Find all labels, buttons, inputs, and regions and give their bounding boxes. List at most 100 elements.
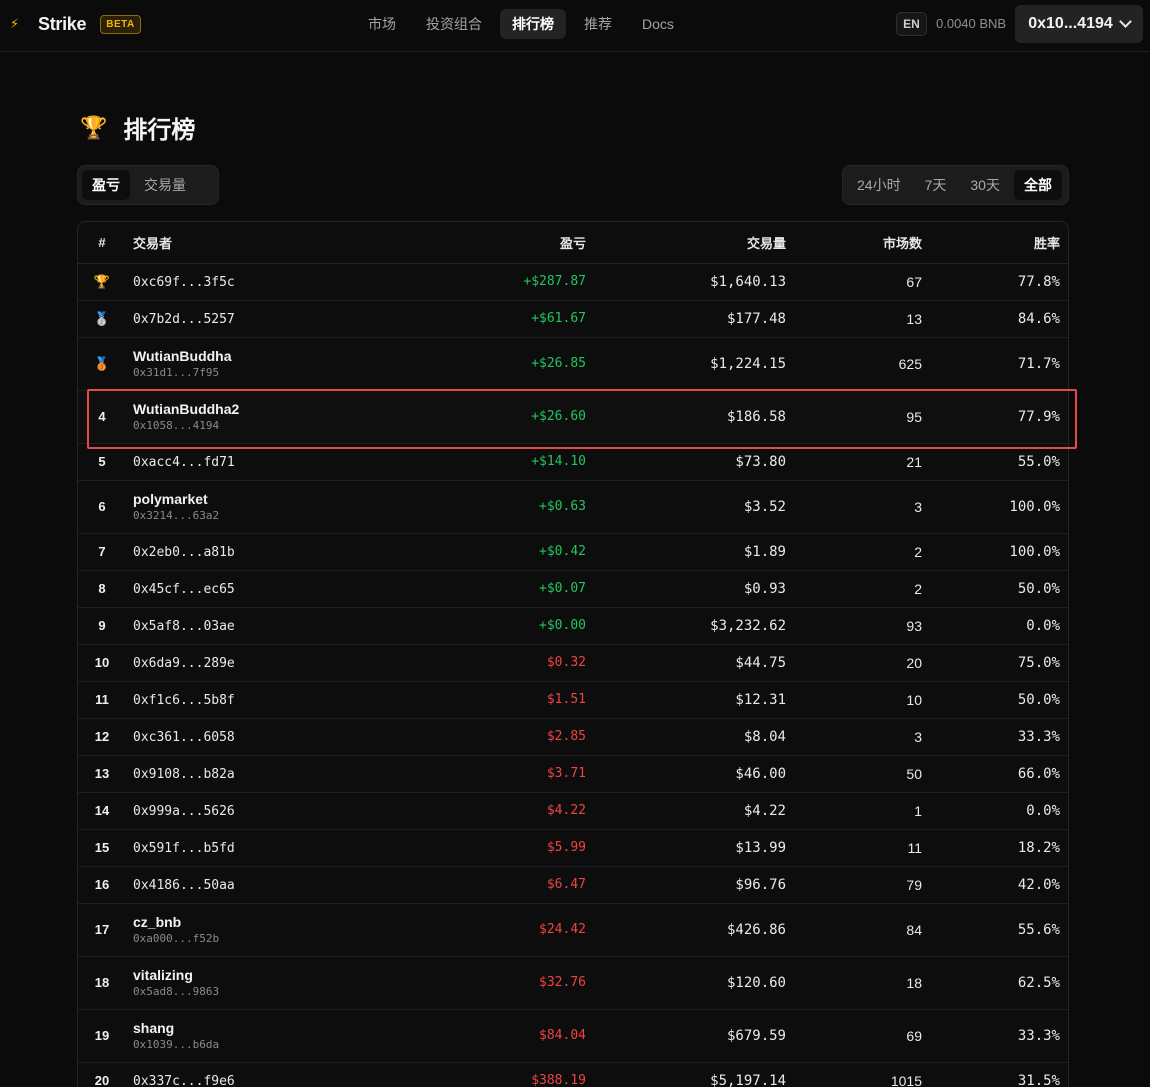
trader-cell[interactable]: polymarket 0x3214...63a2 (126, 480, 381, 534)
trader-address[interactable]: 0x7b2d...5257 (133, 312, 235, 327)
table-row[interactable]: 6 polymarket 0x3214...63a2 +$0.63 $3.52 3 100.… (78, 480, 1068, 534)
trader-address[interactable]: 0x2eb0...a81b (133, 545, 235, 560)
tab-all[interactable]: 全部 (1013, 170, 1062, 200)
trader-name[interactable]: cz_bnb (133, 914, 381, 931)
trader-address[interactable]: 0xacc4...fd71 (133, 455, 235, 470)
trader-cell[interactable]: 0x2eb0...a81b (126, 533, 381, 571)
winrate-cell: 100.0% (922, 533, 1068, 571)
trader-cell[interactable]: 0x5af8...03ae (126, 607, 381, 645)
rank-number: 13 (94, 766, 110, 781)
trader-name[interactable]: vitalizing (133, 967, 381, 984)
wallet-balance: 0.0040 BNB (936, 16, 1007, 31)
table-row[interactable]: 🥉 WutianBuddha 0x31d1...7f95 +$26.85 $1,224.… (78, 337, 1068, 391)
table-row[interactable]: 5 0xacc4...fd71 +$14.10 $73.80 21 55.0% (78, 443, 1068, 481)
column-header-markets[interactable]: 市场数 (786, 222, 922, 264)
trader-name[interactable]: polymarket (133, 491, 381, 508)
trader-address[interactable]: 0x591f...b5fd (133, 841, 235, 856)
nav-item-referral[interactable]: 推荐 (572, 9, 624, 39)
trader-name[interactable]: WutianBuddha2 (133, 401, 381, 418)
trader-cell[interactable]: 0x591f...b5fd (126, 829, 381, 867)
table-row[interactable]: 16 0x4186...50aa $6.47 $96.76 79 42.0% (78, 866, 1068, 904)
wallet-button[interactable]: 0x10...4194 (1015, 5, 1143, 43)
trader-address[interactable]: 0xc361...6058 (133, 730, 235, 745)
trader-cell[interactable]: 0xacc4...fd71 (126, 443, 381, 481)
table-row[interactable]: 🥈 0x7b2d...5257 +$61.67 $177.48 13 84.6% (78, 300, 1068, 338)
trader-cell[interactable]: 0x999a...5626 (126, 792, 381, 830)
trader-cell[interactable]: WutianBuddha2 0x1058...4194 (126, 390, 381, 444)
trader-address[interactable]: 0x4186...50aa (133, 878, 235, 893)
trader-address[interactable]: 0x9108...b82a (133, 767, 235, 782)
trader-address[interactable]: 0x6da9...289e (133, 656, 235, 671)
markets-cell: 10 (786, 681, 922, 719)
pnl-cell: +$0.07 (381, 570, 586, 608)
tab-24h[interactable]: 24小时 (847, 170, 911, 200)
trader-address[interactable]: 0x45cf...ec65 (133, 582, 235, 597)
table-row[interactable]: 9 0x5af8...03ae +$0.00 $3,232.62 93 0.0% (78, 607, 1068, 645)
tab-30d[interactable]: 30天 (960, 170, 1010, 200)
rank-cell: 7 (78, 533, 126, 571)
trader-address[interactable]: 0x999a...5626 (133, 804, 235, 819)
trader-cell[interactable]: 0x6da9...289e (126, 644, 381, 682)
table-row[interactable]: 11 0xf1c6...5b8f $1.51 $12.31 10 50.0% (78, 681, 1068, 719)
column-header-winrate[interactable]: 胜率 (922, 222, 1068, 264)
trader-cell[interactable]: 0xc361...6058 (126, 718, 381, 756)
tab-pnl[interactable]: 盈亏 (82, 170, 130, 200)
table-row[interactable]: 🏆 0xc69f...3f5c +$287.87 $1,640.13 67 77.8% (78, 263, 1068, 301)
nav-item-leaderboard[interactable]: 排行榜 (500, 9, 566, 39)
rank-cell: 17 (78, 903, 126, 957)
trader-cell[interactable]: WutianBuddha 0x31d1...7f95 (126, 337, 381, 391)
trader-cell[interactable]: 0x7b2d...5257 (126, 300, 381, 338)
trader-cell[interactable]: 0x9108...b82a (126, 755, 381, 793)
table-row[interactable]: 20 0x337c...f9e6 $388.19 $5,197.14 1015 31.5% (78, 1062, 1068, 1087)
table-row[interactable]: 4 WutianBuddha2 0x1058...4194 +$26.60 $186.5… (78, 390, 1068, 444)
pnl-cell: $84.04 (381, 1009, 586, 1063)
volume-cell: $8.04 (586, 718, 786, 756)
trader-cell[interactable]: cz_bnb 0xa000...f52b (126, 903, 381, 957)
column-header-volume[interactable]: 交易量 (586, 222, 786, 264)
table-row[interactable]: 8 0x45cf...ec65 +$0.07 $0.93 2 50.0% (78, 570, 1068, 608)
trader-name[interactable]: shang (133, 1020, 381, 1037)
table-row[interactable]: 14 0x999a...5626 $4.22 $4.22 1 0.0% (78, 792, 1068, 830)
page-title-text: 排行榜 (123, 117, 196, 144)
table-row[interactable]: 7 0x2eb0...a81b +$0.42 $1.89 2 100.0% (78, 533, 1068, 571)
column-header-pnl[interactable]: 盈亏 (381, 222, 586, 264)
language-toggle[interactable]: EN (896, 12, 927, 36)
tab-volume[interactable]: 交易量 (134, 170, 196, 200)
trader-cell[interactable]: 0x45cf...ec65 (126, 570, 381, 608)
rank-cell: 8 (78, 570, 126, 608)
markets-cell: 95 (786, 390, 922, 444)
volume-cell: $1,640.13 (586, 263, 786, 301)
trader-cell[interactable]: vitalizing 0x5ad8...9863 (126, 956, 381, 1010)
nav-item-markets[interactable]: 市场 (356, 9, 408, 39)
tab-7d[interactable]: 7天 (915, 170, 957, 200)
nav-item-portfolio[interactable]: 投资组合 (414, 9, 494, 39)
trader-cell[interactable]: 0x337c...f9e6 (126, 1062, 381, 1087)
table-row[interactable]: 18 vitalizing 0x5ad8...9863 $32.76 $120.60 18… (78, 956, 1068, 1010)
trader-cell[interactable]: 0xc69f...3f5c (126, 263, 381, 301)
trader-address[interactable]: 0xc69f...3f5c (133, 275, 235, 290)
trader-address[interactable]: 0x5af8...03ae (133, 619, 235, 634)
volume-cell: $679.59 (586, 1009, 786, 1063)
trader-cell[interactable]: shang 0x1039...b6da (126, 1009, 381, 1063)
trader-address[interactable]: 0xf1c6...5b8f (133, 693, 235, 708)
nav-item-docs[interactable]: Docs (630, 9, 686, 39)
trader-cell[interactable]: 0xf1c6...5b8f (126, 681, 381, 719)
trader-address: 0xa000...f52b (133, 931, 220, 945)
table-row[interactable]: 19 shang 0x1039...b6da $84.04 $679.59 69 33.3% (78, 1009, 1068, 1063)
trader-name[interactable]: WutianBuddha (133, 348, 381, 365)
pnl-cell: +$61.67 (381, 300, 586, 338)
rank-number: 4 (98, 409, 106, 424)
pnl-cell: +$0.00 (381, 607, 586, 645)
markets-cell: 84 (786, 903, 922, 957)
table-row[interactable]: 17 cz_bnb 0xa000...f52b $24.42 $426.86 84 55.6… (78, 903, 1068, 957)
brand[interactable]: ⚡ Strike BETA (10, 12, 141, 36)
trader-cell[interactable]: 0x4186...50aa (126, 866, 381, 904)
table-row[interactable]: 15 0x591f...b5fd $5.99 $13.99 11 18.2% (78, 829, 1068, 867)
medal-icon: 🥈 (93, 310, 111, 326)
table-row[interactable]: 12 0xc361...6058 $2.85 $8.04 3 33.3% (78, 718, 1068, 756)
trader-address[interactable]: 0x337c...f9e6 (133, 1074, 235, 1087)
table-row[interactable]: 10 0x6da9...289e $0.32 $44.75 20 75.0% (78, 644, 1068, 682)
rank-cell: 14 (78, 792, 126, 830)
trophy-icon: 🏆 (80, 114, 108, 140)
table-row[interactable]: 13 0x9108...b82a $3.71 $46.00 50 66.0% (78, 755, 1068, 793)
